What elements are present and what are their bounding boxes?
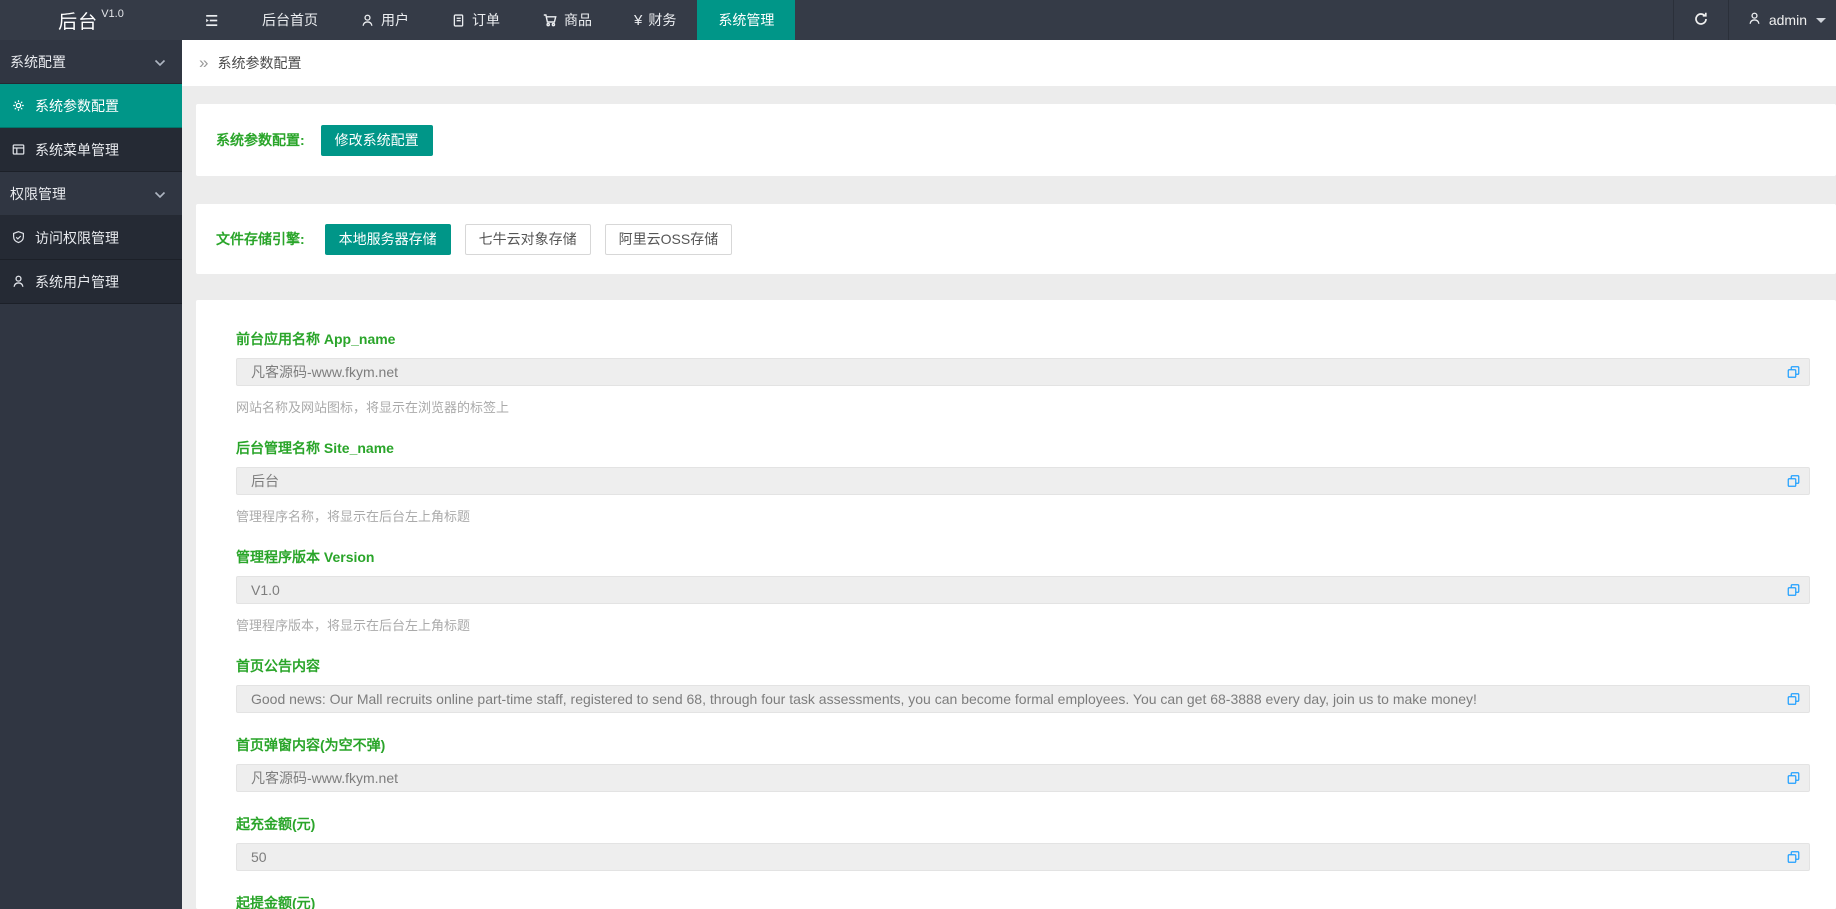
field-label: 首页公告内容 — [236, 658, 320, 674]
copy-icon[interactable] — [1786, 583, 1801, 598]
breadcrumb-text: 系统参数配置 — [217, 55, 302, 71]
sidebar-item-access-permission-management[interactable]: 访问权限管理 — [0, 216, 182, 260]
home-announcement-input[interactable] — [236, 685, 1810, 713]
sidebar: 系统配置 系统参数配置 系统菜单管理 权限管理 访问权限管理 系统用户管理 — [0, 40, 182, 909]
field-label: 起提金额(元) — [236, 895, 316, 909]
nav-item-label: 商品 — [564, 12, 592, 28]
storage-option-aliyun-oss-button[interactable]: 阿里云OSS存储 — [604, 223, 733, 255]
user-icon — [1747, 11, 1762, 29]
nav-item-products[interactable]: 商品 — [521, 0, 613, 40]
field-label: 后台管理名称 Site_name — [236, 440, 394, 456]
copy-icon[interactable] — [1786, 771, 1801, 786]
storage-option-qiniu-button[interactable]: 七牛云对象存储 — [464, 223, 591, 255]
system-config-label: 系统参数配置: — [216, 132, 305, 148]
form-group-min-withdraw: 起提金额(元) — [236, 893, 1810, 909]
breadcrumb-separator-icon: » — [199, 53, 209, 72]
nav-item-label: 订单 — [472, 12, 500, 28]
sidebar-item-label: 系统用户管理 — [35, 273, 119, 290]
form-group-version: 管理程序版本 Version 管理程序版本，将显示在后台左上角标题 — [236, 547, 1810, 634]
site-name-input[interactable] — [236, 467, 1810, 495]
sidebar-collapse-button[interactable] — [182, 0, 241, 40]
top-nav: 后台首页 用户 订单 商品 ¥ 财务 系统管理 — [182, 0, 1673, 40]
field-label: 起充金额(元) — [236, 816, 316, 832]
topbar: 后台 V1.0 后台首页 用户 订单 商品 ¥ 财务 系统管理 admin — [0, 0, 1836, 40]
form-group-min-recharge: 起充金额(元) — [236, 814, 1810, 871]
form-group-app-name: 前台应用名称 App_name 网站名称及网站图标，将显示在浏览器的标签上 — [236, 329, 1810, 416]
nav-item-orders[interactable]: 订单 — [430, 0, 521, 40]
nav-item-finance[interactable]: ¥ 财务 — [613, 0, 697, 40]
field-help: 管理程序版本，将显示在后台左上角标题 — [236, 618, 471, 633]
storage-option-local-button[interactable]: 本地服务器存储 — [324, 223, 451, 255]
field-help: 管理程序名称，将显示在后台左上角标题 — [236, 509, 471, 524]
form-group-home-announcement: 首页公告内容 — [236, 656, 1810, 713]
storage-engine-panel: 文件存储引擎: 本地服务器存储 七牛云对象存储 阿里云OSS存储 — [196, 204, 1836, 274]
user-icon — [10, 274, 26, 290]
nav-item-label: 用户 — [381, 12, 409, 28]
document-icon — [451, 13, 466, 28]
field-label: 首页弹窗内容(为空不弹) — [236, 737, 386, 753]
system-config-panel: 系统参数配置: 修改系统配置 — [196, 104, 1836, 176]
app-name-input[interactable] — [236, 358, 1810, 386]
sidebar-item-label: 系统参数配置 — [35, 97, 119, 114]
field-help: 网站名称及网站图标，将显示在浏览器的标签上 — [236, 400, 510, 415]
copy-icon[interactable] — [1786, 692, 1801, 707]
nav-item-label: 后台首页 — [262, 12, 318, 28]
copy-icon[interactable] — [1786, 474, 1801, 489]
main-content: » 系统参数配置 系统参数配置: 修改系统配置 文件存储引擎: 本地服务器存储 … — [182, 40, 1836, 909]
chevron-down-icon — [154, 186, 166, 202]
form-group-home-popup: 首页弹窗内容(为空不弹) — [236, 735, 1810, 792]
yuan-icon: ¥ — [634, 11, 643, 29]
sidebar-group-permission-management[interactable]: 权限管理 — [0, 172, 182, 216]
app-title: 后台 — [58, 11, 99, 33]
shrink-menu-icon — [203, 12, 220, 29]
sidebar-item-label: 访问权限管理 — [35, 229, 119, 246]
copy-icon[interactable] — [1786, 850, 1801, 865]
nav-item-system-management[interactable]: 系统管理 — [697, 0, 796, 40]
topbar-right: admin — [1672, 0, 1836, 40]
min-recharge-input[interactable] — [236, 843, 1810, 871]
nav-item-label: 系统管理 — [718, 12, 775, 28]
shield-check-icon — [10, 230, 26, 246]
cart-icon — [542, 12, 558, 28]
chevron-down-icon — [1816, 17, 1826, 23]
sidebar-group-system-config[interactable]: 系统配置 — [0, 40, 182, 84]
refresh-button[interactable] — [1672, 0, 1729, 40]
field-label: 管理程序版本 Version — [236, 549, 375, 565]
version-input[interactable] — [236, 576, 1810, 604]
sidebar-group-label: 系统配置 — [10, 53, 66, 70]
home-popup-input[interactable] — [236, 764, 1810, 792]
sidebar-item-system-user-management[interactable]: 系统用户管理 — [0, 260, 182, 304]
nav-item-home[interactable]: 后台首页 — [241, 0, 339, 40]
system-params-form: 前台应用名称 App_name 网站名称及网站图标，将显示在浏览器的标签上 后台… — [196, 300, 1836, 909]
user-menu[interactable]: admin — [1729, 0, 1836, 40]
layout-menu-icon — [10, 142, 26, 158]
user-icon — [360, 13, 375, 28]
copy-icon[interactable] — [1786, 365, 1801, 380]
gear-icon — [10, 98, 26, 114]
sidebar-item-system-param-config[interactable]: 系统参数配置 — [0, 84, 182, 128]
nav-item-label: 财务 — [648, 12, 677, 28]
chevron-down-icon — [154, 54, 166, 70]
modify-system-config-button[interactable]: 修改系统配置 — [320, 124, 433, 156]
username: admin — [1768, 12, 1807, 28]
field-label: 前台应用名称 App_name — [236, 331, 396, 347]
sidebar-group-label: 权限管理 — [10, 185, 66, 202]
form-group-site-name: 后台管理名称 Site_name 管理程序名称，将显示在后台左上角标题 — [236, 438, 1810, 525]
app-logo: 后台 V1.0 — [0, 0, 182, 40]
nav-item-users[interactable]: 用户 — [339, 0, 430, 40]
storage-engine-label: 文件存储引擎: — [216, 231, 305, 247]
sidebar-item-system-menu-management[interactable]: 系统菜单管理 — [0, 128, 182, 172]
sidebar-item-label: 系统菜单管理 — [35, 141, 119, 158]
breadcrumb: » 系统参数配置 — [182, 40, 1836, 86]
refresh-icon — [1693, 11, 1709, 30]
app-version: V1.0 — [101, 8, 124, 20]
